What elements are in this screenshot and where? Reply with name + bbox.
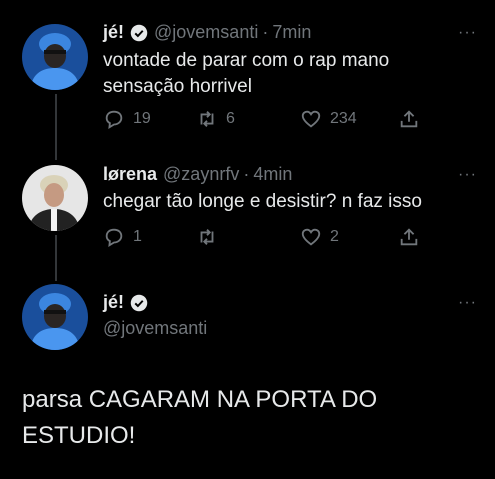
heart-icon <box>301 228 321 246</box>
avatar-zaynrfv[interactable] <box>22 165 88 231</box>
handle[interactable]: @jovemsanti <box>103 318 207 339</box>
more-options-icon[interactable]: ··· <box>458 166 477 184</box>
more-options-icon[interactable]: ··· <box>458 294 477 312</box>
tweet-text: parsa CAGARAM NA PORTA DO ESTUDIO! <box>22 382 377 454</box>
more-options-icon[interactable]: ··· <box>458 24 477 42</box>
tweet-text-line: chegar tão longe e desistir? n faz isso <box>103 191 422 212</box>
reply-icon <box>105 228 123 247</box>
reply-button[interactable]: 1 <box>103 226 142 248</box>
timestamp[interactable]: 7min <box>272 22 311 43</box>
reply-icon <box>105 110 123 129</box>
share-icon <box>400 110 418 128</box>
timestamp[interactable]: 4min <box>253 164 292 185</box>
reply-button[interactable]: 19 <box>103 108 151 130</box>
retweet-button[interactable] <box>196 226 226 248</box>
thread-line <box>55 235 57 281</box>
tweet-text: vontade de parar com o rap mano sensação… <box>103 48 389 100</box>
reply-count: 1 <box>133 228 142 245</box>
display-name[interactable]: jé! <box>103 22 124 43</box>
verified-badge-icon <box>130 24 148 41</box>
display-name[interactable]: lørena <box>103 164 157 185</box>
separator: · <box>262 22 269 42</box>
display-name[interactable]: jé! <box>103 292 124 313</box>
avatar-jovemsanti[interactable] <box>22 284 88 350</box>
retweet-icon <box>200 229 214 245</box>
separator: · <box>243 164 250 184</box>
retweet-icon <box>200 111 214 127</box>
thread-line <box>55 94 57 160</box>
like-count: 2 <box>330 228 339 245</box>
share-icon <box>400 228 418 246</box>
like-button[interactable]: 2 <box>300 226 339 248</box>
like-button[interactable]: 234 <box>300 108 357 130</box>
tweet-text-line: parsa CAGARAM NA PORTA DO <box>22 386 378 413</box>
heart-icon <box>301 110 321 128</box>
verified-badge-icon <box>130 294 148 311</box>
handle[interactable]: @jovemsanti <box>154 22 258 43</box>
avatar-jovemsanti[interactable] <box>22 24 88 90</box>
share-button[interactable] <box>398 226 428 248</box>
retweet-count: 6 <box>226 110 235 127</box>
tweet-text-line: vontade de parar com o rap mano <box>103 50 390 71</box>
reply-count: 19 <box>133 110 151 127</box>
tweet-text-line: ESTUDIO! <box>22 422 136 449</box>
tweet-text: chegar tão longe e desistir? n faz isso <box>103 189 422 215</box>
tweet-text-line: sensação horrivel <box>103 76 252 97</box>
retweet-button[interactable]: 6 <box>196 108 235 130</box>
handle[interactable]: @zaynrfv <box>163 164 239 185</box>
like-count: 234 <box>330 110 357 127</box>
share-button[interactable] <box>398 108 428 130</box>
